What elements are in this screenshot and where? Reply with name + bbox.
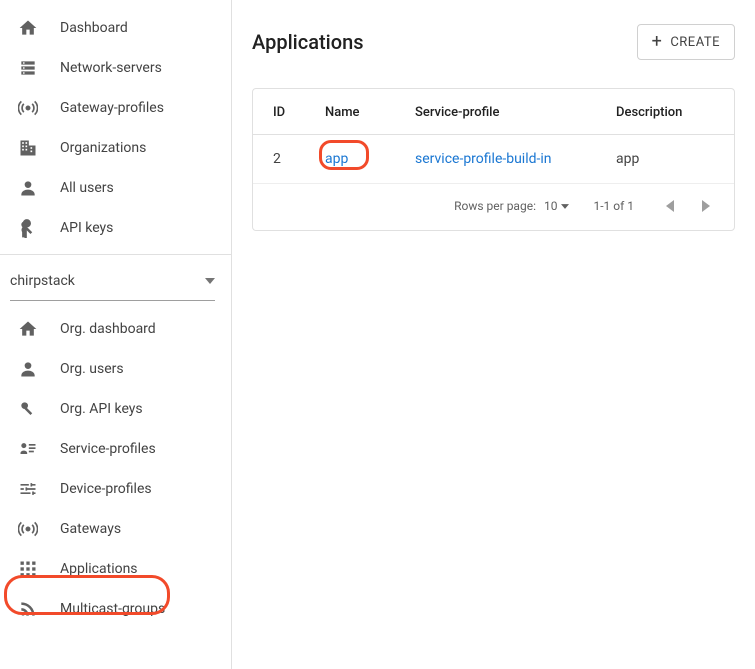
applications-table-card: ID Name Service-profile Description 2 ap… [252, 88, 735, 231]
person-icon [16, 357, 40, 381]
pager-next[interactable] [694, 194, 718, 218]
col-description: Description [604, 89, 734, 135]
caret-down-icon [561, 204, 569, 209]
nav-gateways[interactable]: Gateways [0, 509, 231, 549]
nav-label: Gateway-profiles [60, 100, 164, 116]
home-icon [16, 16, 40, 40]
nav-org-dashboard[interactable]: Org. dashboard [0, 309, 231, 349]
nav-label: Org. dashboard [60, 321, 156, 337]
caret-down-icon [205, 278, 215, 284]
antenna-icon [16, 517, 40, 541]
pager-range: 1-1 of 1 [593, 199, 634, 213]
nav-device-profiles[interactable]: Device-profiles [0, 469, 231, 509]
create-button[interactable]: + CREATE [637, 24, 735, 60]
sidebar: Dashboard Network-servers Gateway-profil… [0, 0, 232, 669]
nav-org-api-keys[interactable]: Org. API keys [0, 389, 231, 429]
cell-description: app [604, 135, 734, 184]
rows-per-page-label: Rows per page: [454, 199, 536, 213]
home-icon [16, 317, 40, 341]
nav-applications[interactable]: Applications [0, 549, 231, 589]
table-pager: Rows per page: 10 1-1 of 1 [253, 184, 734, 230]
profile-list-icon [16, 437, 40, 461]
org-selector-value: chirpstack [10, 273, 75, 289]
col-service-profile: Service-profile [403, 89, 604, 135]
create-button-label: CREATE [670, 35, 720, 50]
org-selector[interactable]: chirpstack [10, 261, 215, 301]
nav-organizations[interactable]: Organizations [0, 128, 231, 168]
key-icon [16, 216, 40, 240]
main-content: Applications + CREATE ID Name Service-pr… [232, 0, 755, 669]
nav-label: Multicast-groups [60, 601, 165, 617]
nav-multicast-groups[interactable]: Multicast-groups [0, 589, 231, 629]
col-name: Name [313, 89, 403, 135]
nav-dashboard[interactable]: Dashboard [0, 8, 231, 48]
nav-service-profiles[interactable]: Service-profiles [0, 429, 231, 469]
nav-label: Org. API keys [60, 401, 143, 417]
nav-label: API keys [60, 220, 113, 236]
nav-api-keys[interactable]: API keys [0, 208, 231, 248]
person-icon [16, 176, 40, 200]
cell-name-link[interactable]: app [325, 151, 348, 167]
building-icon [16, 136, 40, 160]
col-id: ID [253, 89, 313, 135]
nav-network-servers[interactable]: Network-servers [0, 48, 231, 88]
pager-prev[interactable] [658, 194, 682, 218]
nav-all-users[interactable]: All users [0, 168, 231, 208]
nav-label: Device-profiles [60, 481, 152, 497]
tune-icon [16, 477, 40, 501]
nav-org-users[interactable]: Org. users [0, 349, 231, 389]
nav-label: Dashboard [60, 20, 128, 36]
rows-per-page-value: 10 [544, 199, 558, 213]
antenna-icon [16, 96, 40, 120]
table-row: 2 app service-profile-build-in app [253, 135, 734, 184]
sidebar-divider [0, 254, 231, 255]
nav-label: All users [60, 180, 114, 196]
key-icon [16, 397, 40, 421]
page-title: Applications [252, 30, 364, 54]
cell-id: 2 [253, 135, 313, 184]
nav-label: Gateways [60, 521, 121, 537]
nav-gateway-profiles[interactable]: Gateway-profiles [0, 88, 231, 128]
rows-per-page-select[interactable]: 10 [544, 199, 570, 213]
server-icon [16, 56, 40, 80]
apps-grid-icon [16, 557, 40, 581]
applications-table: ID Name Service-profile Description 2 ap… [253, 89, 734, 184]
cell-service-profile-link[interactable]: service-profile-build-in [415, 151, 552, 167]
plus-icon: + [652, 33, 663, 51]
nav-label: Network-servers [60, 60, 162, 76]
nav-label: Organizations [60, 140, 146, 156]
nav-label: Applications [60, 561, 138, 577]
nav-label: Service-profiles [60, 441, 156, 457]
rss-icon [16, 597, 40, 621]
nav-label: Org. users [60, 361, 124, 377]
